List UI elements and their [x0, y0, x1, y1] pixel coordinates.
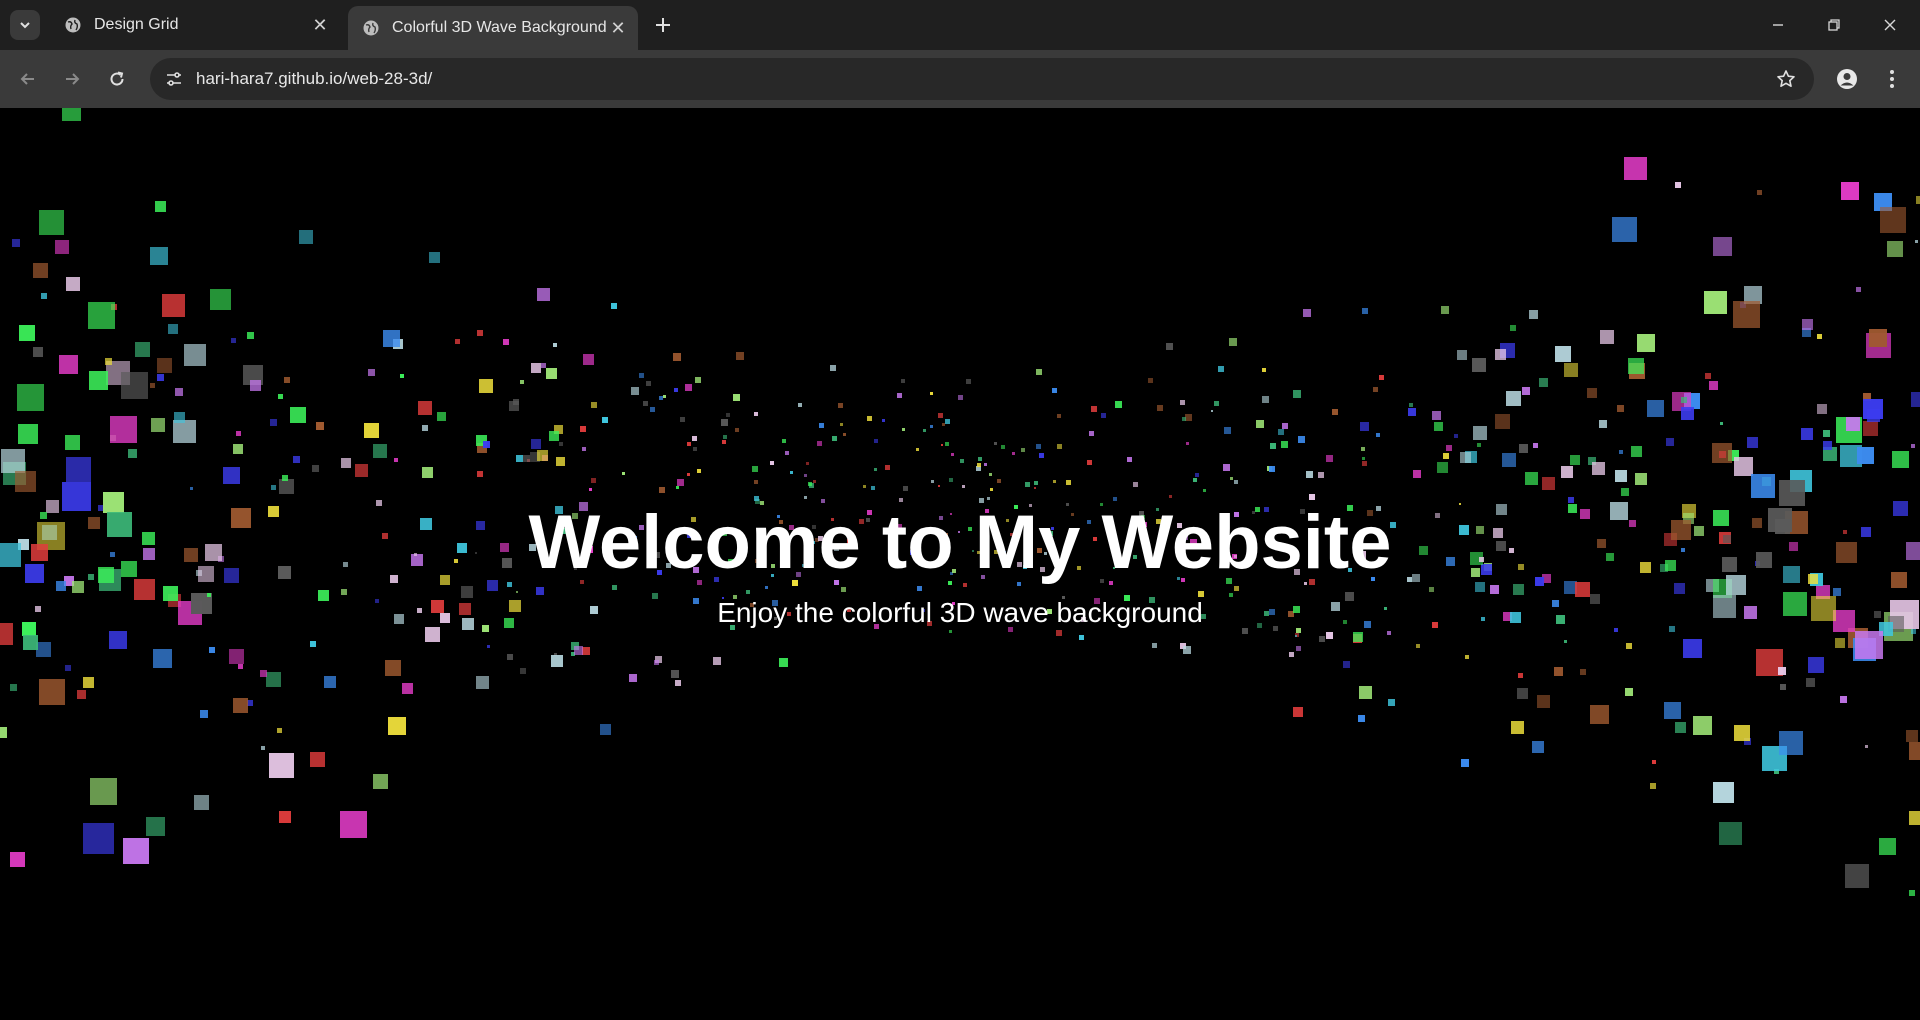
new-tab-button[interactable] — [650, 12, 676, 38]
restore-button[interactable] — [1806, 0, 1862, 50]
plus-icon — [656, 18, 670, 32]
tab-title: Colorful 3D Wave Background — [392, 19, 606, 36]
tab-title: Design Grid — [94, 16, 179, 33]
tab-colorful-3d-wave[interactable]: Colorful 3D Wave Background ✕ — [348, 6, 638, 50]
tune-icon — [167, 72, 181, 86]
site-info-button[interactable] — [158, 63, 190, 95]
tab-strip: Design Grid ✕ Colorful 3D Wave Backgroun… — [0, 0, 1920, 50]
url-text[interactable]: hari-hara7.github.io/web-28-3d/ — [196, 69, 432, 89]
menu-button[interactable] — [1876, 63, 1908, 95]
browser-toolbar: hari-hara7.github.io/web-28-3d/ — [0, 50, 1920, 108]
back-button[interactable] — [12, 63, 44, 95]
profile-button[interactable] — [1831, 63, 1863, 95]
reload-button[interactable] — [101, 63, 133, 95]
arrow-left-icon — [20, 73, 34, 85]
close-icon[interactable]: ✕ — [308, 13, 332, 37]
account-icon — [1837, 69, 1857, 89]
globe-icon — [362, 19, 380, 37]
star-icon — [1777, 70, 1795, 87]
page-title: Welcome to My Website — [528, 500, 1392, 585]
minimize-icon — [1773, 24, 1783, 26]
close-icon[interactable]: ✕ — [606, 16, 630, 40]
more-vertical-icon — [1890, 70, 1894, 88]
page-viewport: Welcome to My Website Enjoy the colorful… — [0, 108, 1920, 1020]
tab-search-button[interactable] — [10, 10, 40, 40]
address-bar[interactable]: hari-hara7.github.io/web-28-3d/ — [150, 58, 1814, 100]
close-icon — [1884, 19, 1896, 31]
close-window-button[interactable] — [1862, 0, 1918, 50]
page-subtitle: Enjoy the colorful 3D wave background — [717, 597, 1203, 628]
arrow-right-icon — [66, 73, 80, 85]
browser-window: Design Grid ✕ Colorful 3D Wave Backgroun… — [0, 0, 1920, 1020]
forward-button[interactable] — [56, 63, 88, 95]
chevron-down-icon — [20, 22, 30, 29]
restore-icon — [1828, 19, 1840, 31]
tab-design-grid[interactable]: Design Grid ✕ — [50, 8, 340, 42]
minimize-button[interactable] — [1750, 0, 1806, 50]
reload-icon — [110, 71, 124, 86]
bookmark-button[interactable] — [1770, 63, 1802, 95]
globe-icon — [64, 16, 82, 34]
